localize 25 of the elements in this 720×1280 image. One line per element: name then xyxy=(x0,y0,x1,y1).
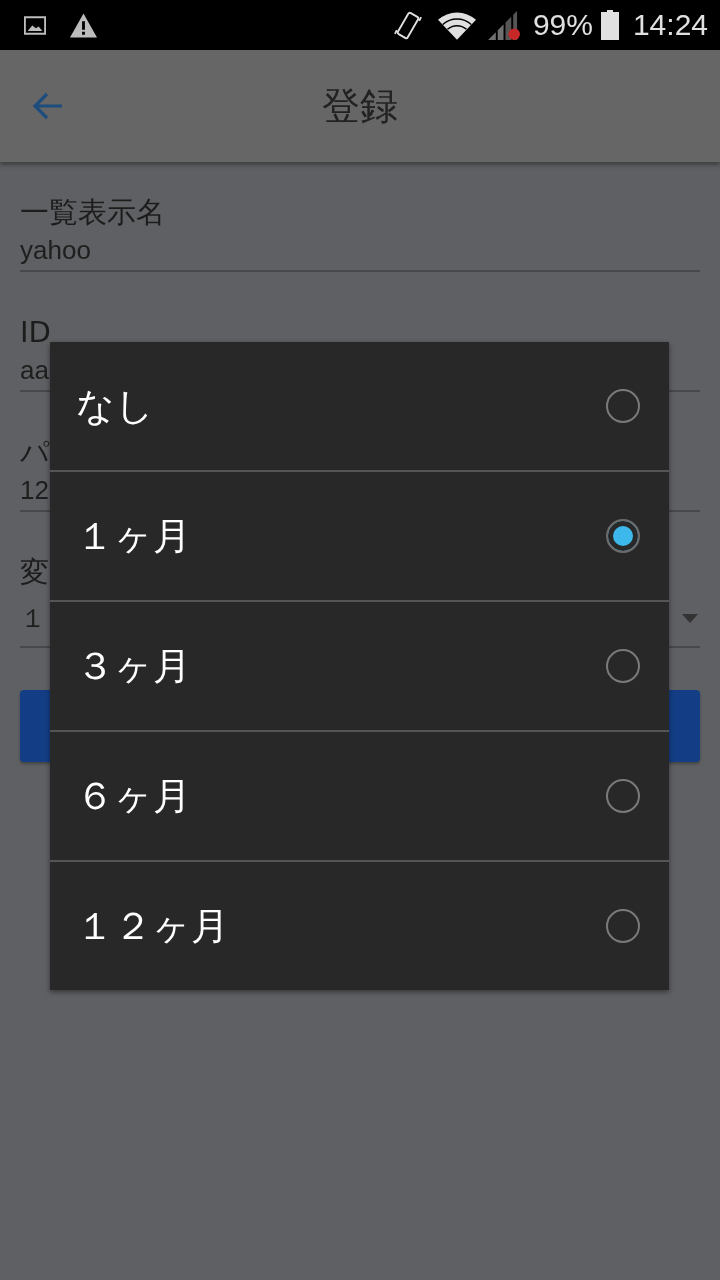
option-item[interactable]: なし xyxy=(50,342,669,470)
back-arrow-icon xyxy=(32,92,64,120)
vibrating-phone-icon xyxy=(393,9,422,41)
wifi-icon xyxy=(437,10,476,40)
option-item[interactable]: ６ヶ月 xyxy=(50,730,669,860)
image-icon xyxy=(24,15,46,35)
battery-icon xyxy=(600,10,619,40)
battery-percent: 99% xyxy=(532,7,593,43)
warning-icon xyxy=(70,12,97,38)
option-item[interactable]: ３ヶ月 xyxy=(50,600,669,730)
screen-title: 登録 xyxy=(322,83,398,130)
clock-time: 14:24 xyxy=(632,7,708,43)
caret-icon xyxy=(682,613,698,623)
radio-button[interactable] xyxy=(606,649,640,683)
field-label: 変 xyxy=(20,554,49,590)
radio-button[interactable] xyxy=(606,909,640,943)
field-label: 一覧表示名 xyxy=(20,194,165,230)
radio-button[interactable] xyxy=(606,779,640,813)
option-item[interactable]: １ヶ月 xyxy=(50,470,669,600)
radio-button[interactable] xyxy=(606,389,640,423)
option-item[interactable]: １２ヶ月 xyxy=(50,860,669,990)
radio-button[interactable] xyxy=(606,519,640,553)
signal-icon xyxy=(487,10,521,40)
field-label: パ xyxy=(20,434,50,470)
field-label: ID xyxy=(20,314,51,350)
